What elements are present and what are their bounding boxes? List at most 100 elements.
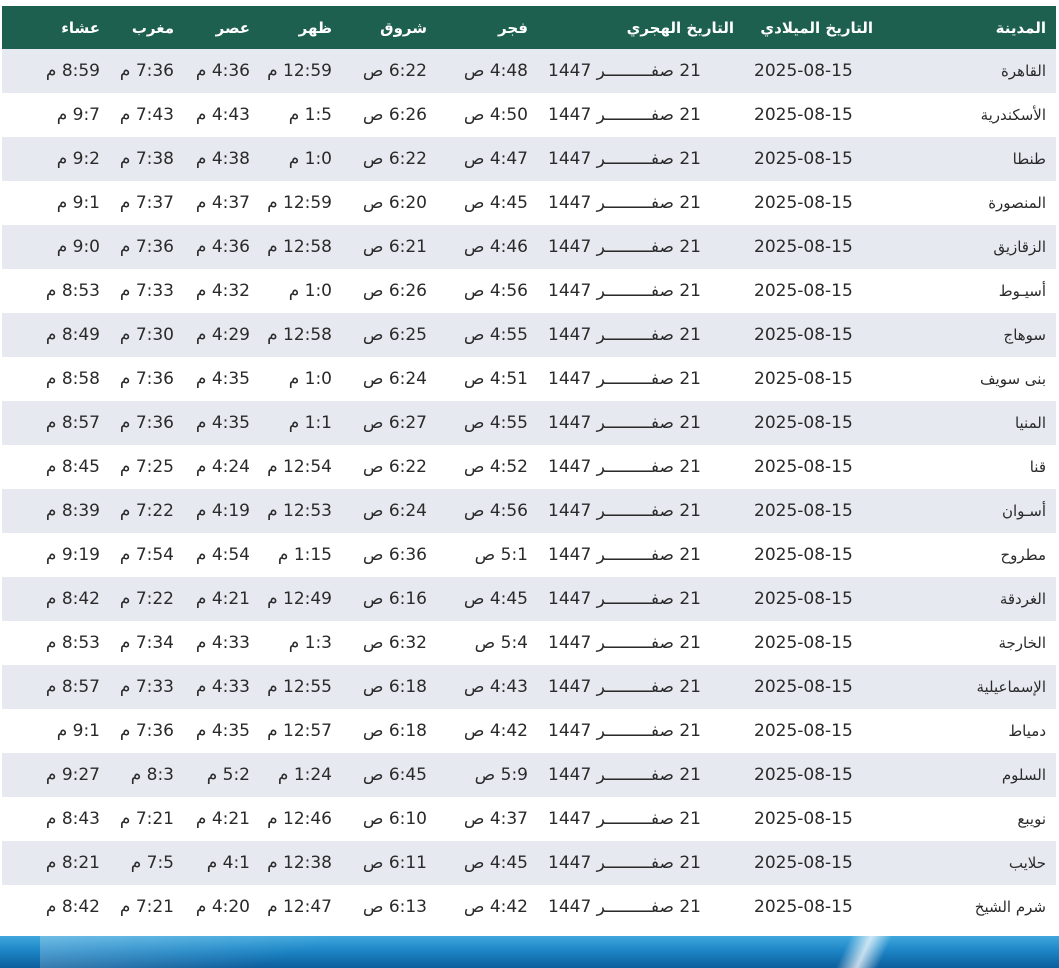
maghrib-cell: 7:25 م	[119, 457, 174, 477]
maghrib-cell: 7:33 م	[119, 677, 174, 697]
table-row: الإسماعيلية 2025-08-15 21 صفـــــــــر 144…	[2, 665, 1056, 709]
asr-cell: 4:21 م	[195, 589, 250, 609]
city-cell: المنصورة	[988, 194, 1046, 212]
gregorian-date-cell: 2025-08-15	[754, 193, 853, 213]
table-row: القاهرة 2025-08-15 21 صفـــــــــر 1447 4:4…	[2, 49, 1056, 93]
isha-cell: 8:42 م	[45, 589, 100, 609]
gregorian-date-cell: 2025-08-15	[754, 721, 853, 741]
dhuhr-cell: 12:59 م	[267, 193, 332, 213]
city-cell: الغردقة	[999, 590, 1046, 608]
maghrib-cell: 7:21 م	[119, 897, 174, 917]
gregorian-date-cell: 2025-08-15	[754, 237, 853, 257]
city-cell: الخارجة	[998, 634, 1046, 652]
gregorian-date-cell: 2025-08-15	[754, 853, 853, 873]
asr-cell: 4:20 م	[195, 897, 250, 917]
gregorian-date-cell: 2025-08-15	[754, 589, 853, 609]
sunrise-cell: 6:18 ص	[362, 721, 427, 741]
sunrise-cell: 6:13 ص	[362, 897, 427, 917]
hijri-date-cell: 21 صفـــــــــر 1447	[548, 545, 701, 565]
sunrise-cell: 6:16 ص	[362, 589, 427, 609]
hijri-date-cell: 21 صفـــــــــر 1447	[548, 193, 701, 213]
header-isha: عشاء	[61, 18, 100, 37]
city-cell: نويبع	[1017, 810, 1046, 828]
city-cell: السلوم	[1001, 766, 1046, 784]
table-row: الزقازيق 2025-08-15 21 صفـــــــــر 1447 4:…	[2, 225, 1056, 269]
table-row: حلايب 2025-08-15 21 صفـــــــــر 1447 4:45 …	[2, 841, 1056, 885]
asr-cell: 4:19 م	[195, 501, 250, 521]
asr-cell: 4:35 م	[195, 413, 250, 433]
asr-cell: 4:35 م	[195, 721, 250, 741]
hijri-date-cell: 21 صفـــــــــر 1447	[548, 325, 701, 345]
isha-cell: 8:53 م	[45, 633, 100, 653]
gregorian-date-cell: 2025-08-15	[754, 897, 853, 917]
fajr-cell: 4:56 ص	[463, 281, 528, 301]
header-sunrise: شروق	[380, 18, 427, 37]
maghrib-cell: 7:36 م	[119, 721, 174, 741]
fajr-cell: 5:1 ص	[474, 545, 528, 565]
sunrise-cell: 6:11 ص	[362, 853, 427, 873]
asr-cell: 4:33 م	[195, 677, 250, 697]
fajr-cell: 4:55 ص	[463, 413, 528, 433]
table-row: الأسكندرية 2025-08-15 21 صفـــــــــر 1447…	[2, 93, 1056, 137]
gregorian-date-cell: 2025-08-15	[754, 457, 853, 477]
gregorian-date-cell: 2025-08-15	[754, 765, 853, 785]
table-row: شرم الشيخ 2025-08-15 21 صفـــــــــر 1447 4…	[2, 885, 1056, 929]
header-city: المدينة	[995, 18, 1046, 37]
table-row: الغردقة 2025-08-15 21 صفـــــــــر 1447 4:4…	[2, 577, 1056, 621]
sunrise-cell: 6:45 ص	[362, 765, 427, 785]
sunrise-cell: 6:24 ص	[362, 369, 427, 389]
hijri-date-cell: 21 صفـــــــــر 1447	[548, 281, 701, 301]
fajr-cell: 4:48 ص	[463, 61, 528, 81]
sunrise-cell: 6:24 ص	[362, 501, 427, 521]
hijri-date-cell: 21 صفـــــــــر 1447	[548, 897, 701, 917]
table-row: أسيـوط 2025-08-15 21 صفـــــــــر 1447 4:56…	[2, 269, 1056, 313]
fajr-cell: 5:9 ص	[474, 765, 528, 785]
hijri-date-cell: 21 صفـــــــــر 1447	[548, 589, 701, 609]
isha-cell: 8:39 م	[45, 501, 100, 521]
dhuhr-cell: 1:24 م	[277, 765, 332, 785]
asr-cell: 4:35 م	[195, 369, 250, 389]
fajr-cell: 4:45 ص	[463, 193, 528, 213]
dhuhr-cell: 12:54 م	[267, 457, 332, 477]
maghrib-cell: 7:36 م	[119, 413, 174, 433]
table-row: المنيا 2025-08-15 21 صفـــــــــر 1447 4:55…	[2, 401, 1056, 445]
maghrib-cell: 7:36 م	[119, 61, 174, 81]
isha-cell: 8:43 م	[45, 809, 100, 829]
hijri-date-cell: 21 صفـــــــــر 1447	[548, 633, 701, 653]
city-cell: أسـوان	[1001, 502, 1046, 520]
sunrise-cell: 6:10 ص	[362, 809, 427, 829]
table-row: مطروح 2025-08-15 21 صفـــــــــر 1447 5:1 ص…	[2, 533, 1056, 577]
city-cell: حلايب	[1008, 854, 1046, 872]
table-row: قنا 2025-08-15 21 صفـــــــــر 1447 4:52 ص 6…	[2, 445, 1056, 489]
fajr-cell: 4:52 ص	[463, 457, 528, 477]
maghrib-cell: 8:3 م	[130, 765, 174, 785]
dhuhr-cell: 12:49 م	[267, 589, 332, 609]
header-asr: عصر	[215, 18, 250, 37]
maghrib-cell: 7:22 م	[119, 589, 174, 609]
asr-cell: 4:37 م	[195, 193, 250, 213]
isha-cell: 9:0 م	[56, 237, 100, 257]
maghrib-cell: 7:21 م	[119, 809, 174, 829]
isha-cell: 9:1 م	[56, 193, 100, 213]
maghrib-cell: 7:36 م	[119, 369, 174, 389]
maghrib-cell: 7:30 م	[119, 325, 174, 345]
isha-cell: 8:58 م	[45, 369, 100, 389]
dhuhr-cell: 12:58 م	[267, 237, 332, 257]
asr-cell: 4:32 م	[195, 281, 250, 301]
dhuhr-cell: 1:0 م	[288, 149, 332, 169]
asr-cell: 4:38 م	[195, 149, 250, 169]
fajr-cell: 4:51 ص	[463, 369, 528, 389]
city-cell: الأسكندرية	[980, 106, 1046, 124]
isha-cell: 8:57 م	[45, 413, 100, 433]
maghrib-cell: 7:36 م	[119, 237, 174, 257]
dhuhr-cell: 12:53 م	[267, 501, 332, 521]
dhuhr-cell: 1:15 م	[277, 545, 332, 565]
isha-cell: 8:42 م	[45, 897, 100, 917]
fajr-cell: 4:56 ص	[463, 501, 528, 521]
header-hijri-date: التاريخ الهجري	[626, 18, 734, 37]
sunrise-cell: 6:22 ص	[362, 457, 427, 477]
city-cell: قنا	[1029, 458, 1046, 476]
sunrise-cell: 6:20 ص	[362, 193, 427, 213]
gregorian-date-cell: 2025-08-15	[754, 369, 853, 389]
fajr-cell: 4:45 ص	[463, 853, 528, 873]
